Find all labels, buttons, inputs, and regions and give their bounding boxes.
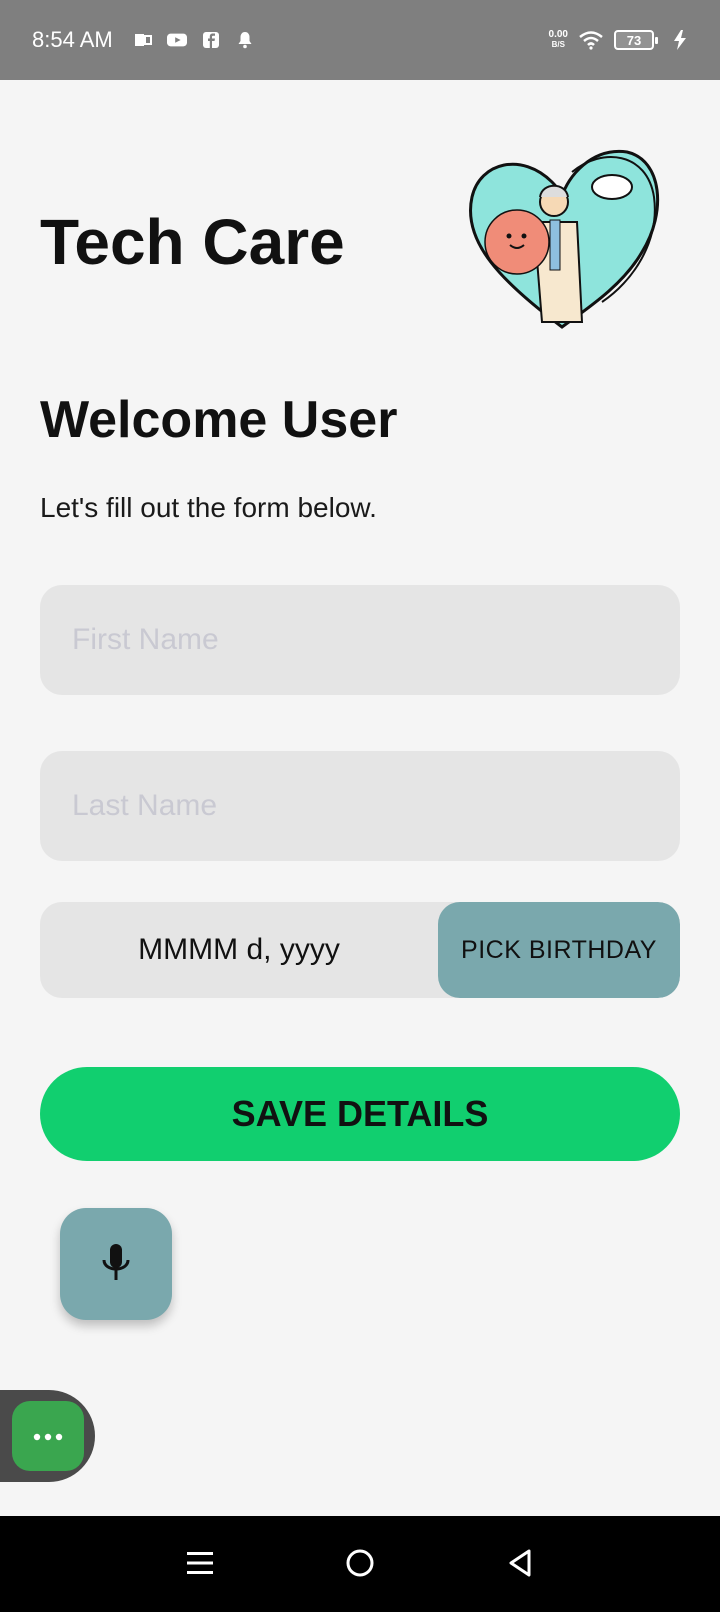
pick-birthday-button[interactable]: PICK BIRTHDAY (438, 902, 680, 998)
system-nav-bar (0, 1516, 720, 1612)
net-speed-value: 0.00 (548, 29, 568, 40)
birthday-value: MMMM d, yyyy (138, 933, 340, 966)
back-triangle-icon (507, 1548, 533, 1581)
battery-icon: 73 (614, 30, 658, 50)
status-right: 0.00 B/S 73 (549, 30, 690, 50)
floating-overlay-button[interactable] (12, 1401, 84, 1471)
mic-button[interactable] (60, 1208, 172, 1320)
welcome-heading: Welcome User (40, 391, 398, 449)
more-dots-icon (33, 1429, 63, 1444)
last-name-input[interactable] (40, 751, 680, 861)
app-title: Tech Care (40, 206, 345, 278)
facebook-icon (201, 30, 221, 50)
charging-icon (670, 30, 690, 50)
form-instructions: Let's fill out the form below. (40, 492, 377, 523)
net-speed: 0.00 B/S (549, 30, 568, 50)
back-button[interactable] (490, 1534, 550, 1594)
menu-icon (186, 1550, 214, 1579)
notification-bell-icon (235, 30, 255, 50)
home-button[interactable] (330, 1534, 390, 1594)
net-speed-unit: B/S (551, 40, 565, 49)
birthday-row: MMMM d, yyyy PICK BIRTHDAY (40, 902, 680, 998)
youtube-icon (166, 30, 187, 50)
first-name-input[interactable] (40, 585, 680, 695)
save-details-button[interactable]: SAVE DETAILS (40, 1067, 680, 1161)
wifi-icon (578, 30, 604, 50)
status-left: 8:54 AM (32, 27, 255, 53)
status-time: 8:54 AM (32, 27, 113, 52)
recent-apps-button[interactable] (170, 1534, 230, 1594)
battery-level: 73 (626, 32, 642, 48)
microphone-icon (99, 1242, 133, 1287)
home-circle-icon (345, 1548, 375, 1581)
heart-caregiver-logo (462, 142, 662, 342)
status-bar: 8:54 AM 0.00 B/S 73 (0, 0, 720, 80)
office-icon (133, 30, 153, 50)
